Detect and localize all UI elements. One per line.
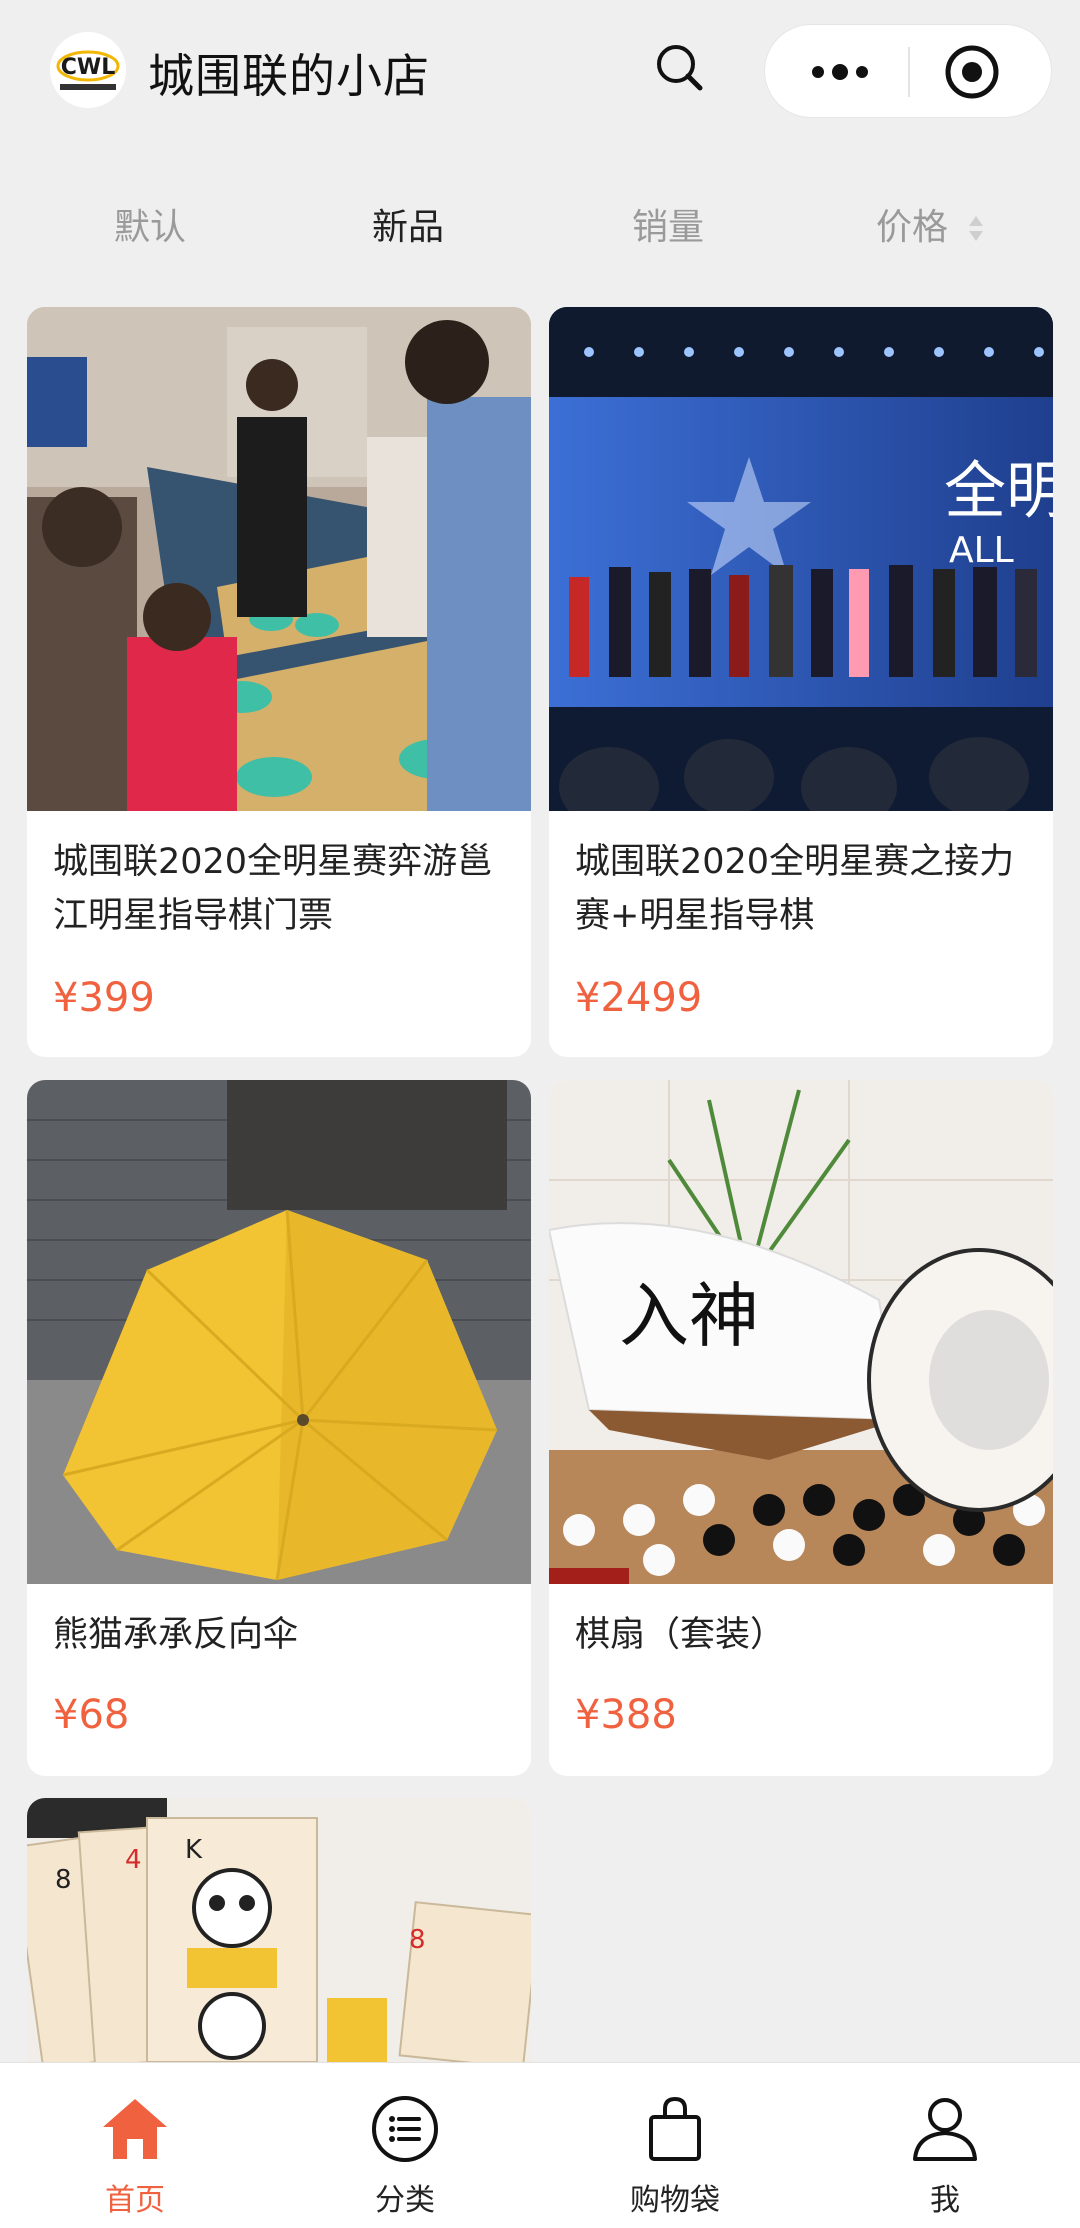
more-dots-icon bbox=[812, 64, 868, 80]
svg-text:8: 8 bbox=[55, 1865, 72, 1895]
sort-tab-label: 销量 bbox=[632, 207, 705, 248]
sort-tab-price[interactable]: 价格 bbox=[876, 198, 985, 250]
shop-page: CWL 城围联的小店 默认 新品 销量 价格 城围联2020全明星赛弈游邕江明星… bbox=[0, 0, 1080, 2228]
product-image: 8 4 K 8 bbox=[27, 1798, 531, 2062]
product-card[interactable]: 8 4 K 8 bbox=[27, 1798, 531, 2062]
user-icon bbox=[913, 2098, 977, 2161]
shop-title: 城围联的小店 bbox=[148, 49, 430, 103]
svg-text:K: K bbox=[185, 1835, 203, 1865]
sort-tab-sales[interactable]: 销量 bbox=[632, 198, 704, 250]
product-price: ¥68 bbox=[53, 1692, 130, 1738]
tab-category[interactable]: 分类 bbox=[270, 2063, 540, 2228]
tab-label: 我 bbox=[930, 2183, 960, 2218]
search-icon bbox=[657, 45, 703, 91]
fan-text: 入神 bbox=[619, 1275, 759, 1357]
product-name: 熊猫承承反向伞 bbox=[53, 1615, 299, 1655]
stage-text-2: ALL bbox=[949, 530, 1014, 571]
shop-logo: CWL bbox=[50, 32, 126, 108]
product-card[interactable]: 熊猫承承反向伞 ¥68 bbox=[27, 1080, 531, 1776]
home-icon bbox=[103, 2099, 167, 2159]
capsule-divider bbox=[908, 47, 910, 97]
product-card[interactable]: 城围联2020全明星赛弈游邕江明星指导棋门票 ¥399 bbox=[27, 307, 531, 1057]
product-card[interactable]: 入神 棋扇（套装） ¥388 bbox=[549, 1080, 1053, 1776]
product-card[interactable]: 全明 ALL 城围联2020全明星赛之接力赛+明星指导棋 ¥2499 bbox=[549, 307, 1053, 1057]
bottom-tab-bar: 首页 分类 购物袋 我 bbox=[0, 2062, 1080, 2228]
more-button[interactable] bbox=[805, 47, 875, 97]
sort-tab-label: 新品 bbox=[372, 207, 445, 248]
product-image: 全明 ALL bbox=[549, 307, 1053, 811]
target-icon bbox=[945, 45, 999, 99]
svg-text:8: 8 bbox=[409, 1925, 426, 1955]
product-price: ¥2499 bbox=[575, 975, 703, 1021]
tab-cart[interactable]: 购物袋 bbox=[540, 2063, 810, 2228]
tab-home[interactable]: 首页 bbox=[0, 2063, 270, 2228]
product-price: ¥388 bbox=[575, 1692, 677, 1738]
tab-label: 分类 bbox=[375, 2183, 435, 2218]
sort-tab-default[interactable]: 默认 bbox=[114, 198, 186, 250]
sort-tab-label: 默认 bbox=[114, 207, 187, 248]
list-icon bbox=[372, 2096, 438, 2162]
mini-program-capsule bbox=[764, 24, 1052, 118]
product-name: 城围联2020全明星赛之接力赛+明星指导棋 bbox=[575, 842, 1015, 936]
tab-label: 购物袋 bbox=[630, 2183, 720, 2218]
product-image bbox=[27, 307, 531, 811]
product-name: 城围联2020全明星赛弈游邕江明星指导棋门票 bbox=[53, 842, 493, 936]
sort-tab-new[interactable]: 新品 bbox=[372, 198, 444, 250]
svg-text:4: 4 bbox=[125, 1845, 142, 1875]
sort-bar: 默认 新品 销量 价格 bbox=[0, 180, 1080, 270]
logo-text: CWL bbox=[61, 55, 115, 80]
bag-icon bbox=[649, 2096, 701, 2161]
product-image bbox=[27, 1080, 531, 1584]
tab-label: 首页 bbox=[105, 2183, 165, 2218]
sort-arrows-icon bbox=[969, 214, 985, 244]
product-price: ¥399 bbox=[53, 975, 155, 1021]
close-miniprogram-button[interactable] bbox=[943, 43, 1001, 101]
stage-text: 全明 bbox=[944, 454, 1053, 527]
sort-tab-label: 价格 bbox=[876, 207, 949, 248]
header: CWL 城围联的小店 bbox=[0, 0, 1080, 150]
tab-me[interactable]: 我 bbox=[810, 2063, 1080, 2228]
search-button[interactable] bbox=[648, 36, 712, 100]
product-name: 棋扇（套装） bbox=[575, 1615, 786, 1655]
product-image: 入神 bbox=[549, 1080, 1053, 1584]
